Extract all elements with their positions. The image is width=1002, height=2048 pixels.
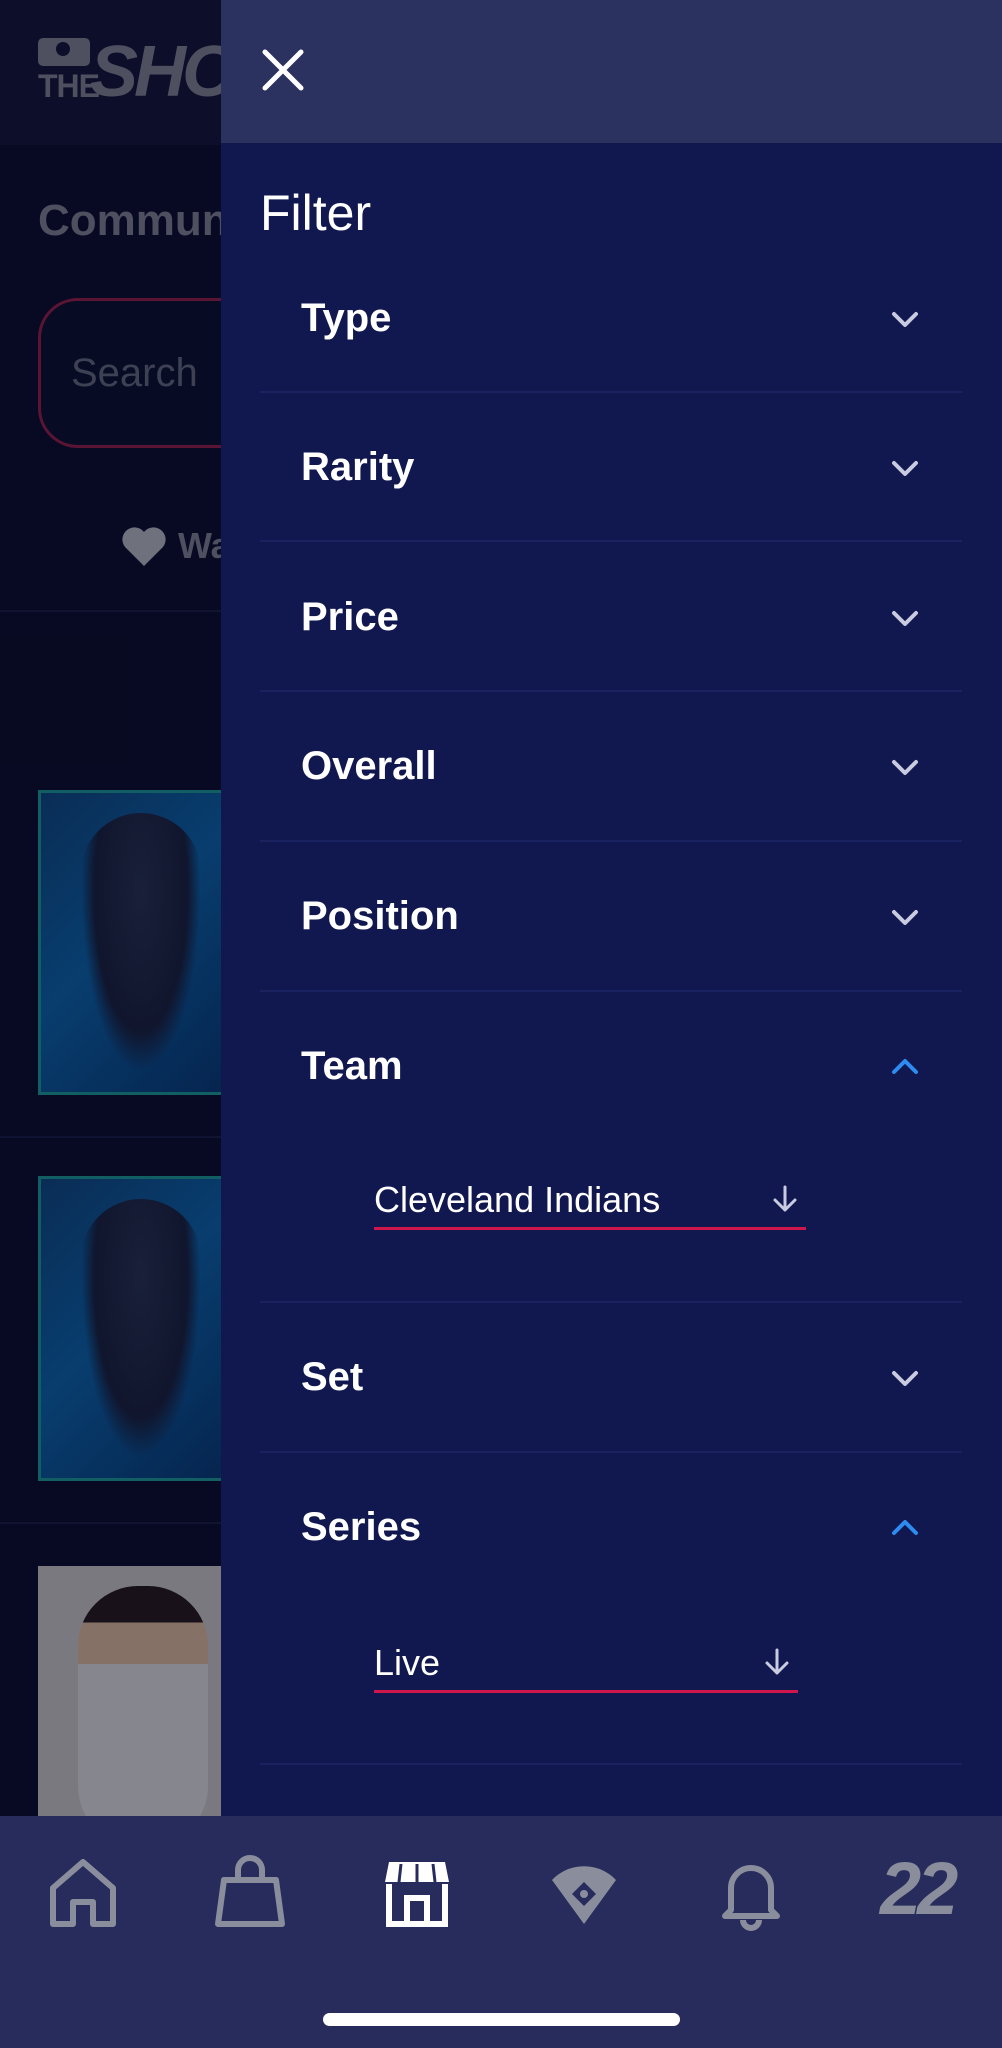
team-select[interactable]: Cleveland Indians <box>374 1170 806 1230</box>
chevron-down-icon <box>892 910 918 925</box>
section-label[interactable]: Series <box>301 1491 421 1563</box>
home-icon <box>50 1859 116 1927</box>
close-icon <box>262 49 304 91</box>
section-label: Price <box>301 595 399 639</box>
section-label: Type <box>301 296 392 340</box>
chevron-down-icon <box>892 461 918 476</box>
filter-section-series: Series Live <box>260 1491 962 1765</box>
nav-shop[interactable] <box>210 1852 290 1932</box>
filter-title: Filter <box>260 185 372 241</box>
section-label: Position <box>301 894 459 938</box>
shop-bag-icon <box>215 1855 285 1927</box>
filter-section-position[interactable]: Position <box>260 880 962 992</box>
arrow-down-icon <box>773 1185 797 1212</box>
section-label[interactable]: Team <box>301 1030 403 1102</box>
filter-section-type[interactable]: Type <box>260 282 962 393</box>
series-select[interactable]: Live <box>374 1633 798 1693</box>
chevron-down-icon <box>892 1371 918 1386</box>
nav-marketplace[interactable] <box>377 1852 457 1932</box>
chevron-down-icon <box>892 760 918 775</box>
bell-icon <box>722 1865 780 1931</box>
filter-section-set[interactable]: Set <box>260 1341 962 1453</box>
home-indicator[interactable] <box>323 2013 680 2026</box>
diamond-field-icon <box>552 1866 616 1924</box>
marketplace-icon <box>385 1862 449 1927</box>
filter-section-overall[interactable]: Overall <box>260 730 962 842</box>
chevron-down-icon <box>892 312 918 327</box>
filter-section-team: Team Cleveland Indians <box>260 1030 962 1303</box>
section-label: Set <box>301 1355 364 1399</box>
section-label: Overall <box>301 744 437 788</box>
close-button[interactable] <box>253 40 313 100</box>
drawer-header <box>221 0 1002 143</box>
filter-section-rarity[interactable]: Rarity <box>260 431 962 542</box>
team-select-value: Cleveland Indians <box>374 1179 661 1220</box>
nav-notifications[interactable] <box>711 1852 791 1932</box>
overlay-scrim[interactable] <box>0 0 221 1816</box>
chevron-up-icon[interactable] <box>888 1050 922 1084</box>
filter-section-price[interactable]: Price <box>260 581 962 692</box>
chevron-up-icon[interactable] <box>888 1511 922 1545</box>
nav-year-22[interactable]: 22 <box>880 1846 958 1932</box>
series-select-value: Live <box>374 1642 441 1683</box>
chevron-down-icon <box>892 611 918 626</box>
filter-drawer: Filter Type Rarity Price Overall Positio… <box>221 0 1002 1816</box>
nav-home[interactable] <box>43 1852 123 1932</box>
nav-diamond[interactable] <box>544 1852 624 1932</box>
section-label: Rarity <box>301 445 415 489</box>
arrow-down-icon <box>765 1648 789 1675</box>
